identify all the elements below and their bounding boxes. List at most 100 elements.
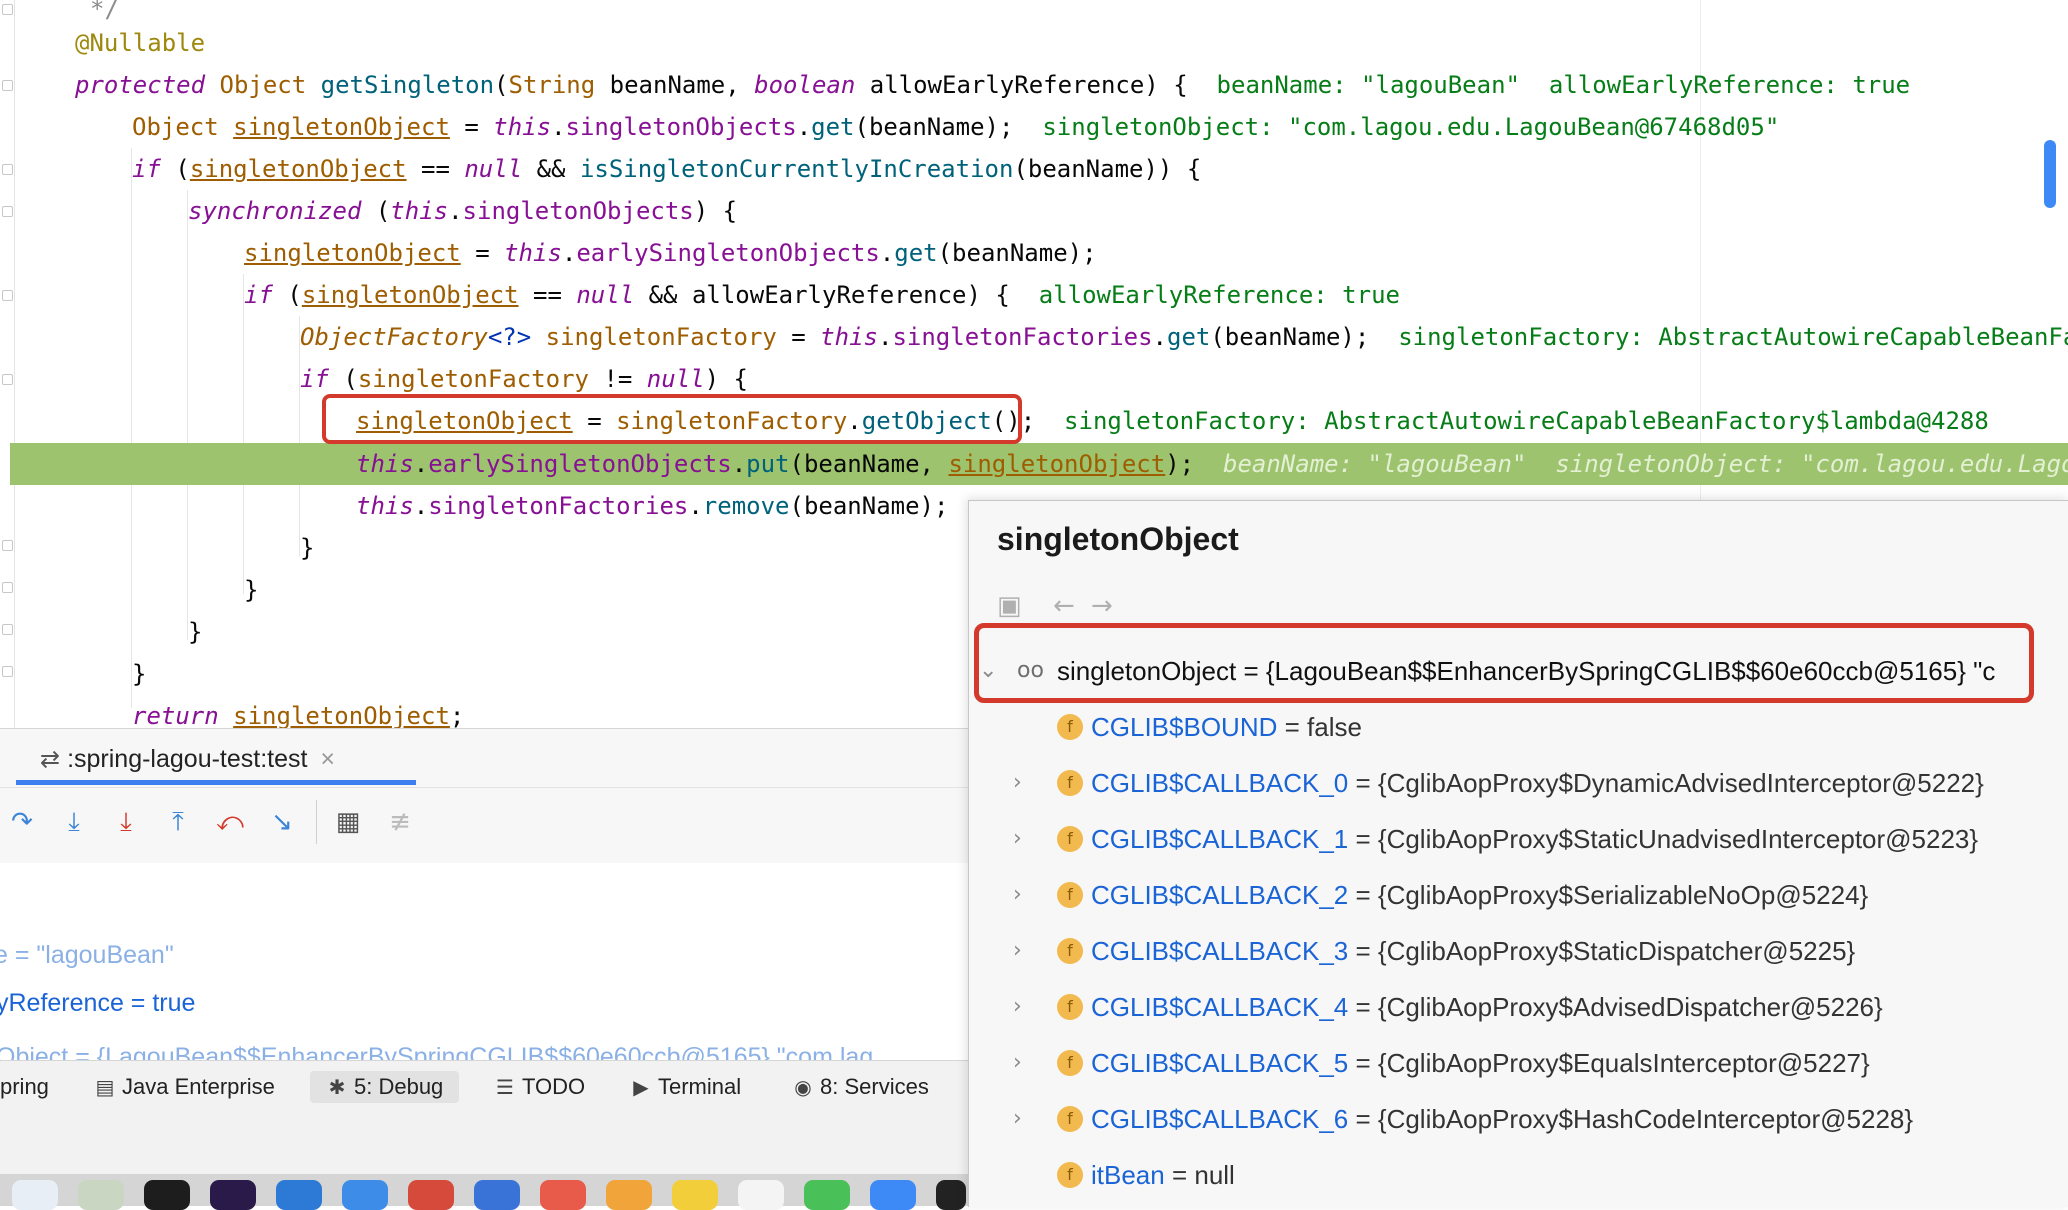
evaluate-icon[interactable]: ▦ <box>332 806 364 838</box>
field-icon: f <box>1057 714 1083 740</box>
tree-field-row[interactable]: › f CGLIB$CALLBACK_0 = {CglibAopProxy$Dy… <box>969 755 2068 811</box>
indent-guide <box>131 148 132 708</box>
indent-guide <box>243 274 244 594</box>
pin-icon[interactable]: ▣ <box>997 591 1022 621</box>
field-icon: f <box>1057 770 1083 796</box>
code-line-signature: protected Object getSingleton(String bea… <box>75 71 1911 99</box>
field-icon: f <box>1057 1050 1083 1076</box>
tab-debug-session[interactable]: ⇄ :spring-lagou-test:test × <box>40 739 335 783</box>
tool-tab-java-enterprise[interactable]: ▤ Java Enterprise <box>94 1071 275 1103</box>
variable-row[interactable]: e = "lagouBean" <box>0 941 174 970</box>
editor-gutter <box>0 0 15 728</box>
field-icon: f <box>1057 994 1083 1020</box>
drop-frame-icon[interactable]: ⤺ <box>214 806 246 838</box>
fold-icon[interactable] <box>2 290 13 301</box>
tool-tab-terminal[interactable]: ▶ Terminal <box>630 1071 741 1103</box>
editor-scrollbar[interactable] <box>2044 140 2056 208</box>
fold-icon[interactable] <box>2 666 13 677</box>
inline-debug-hint: singletonFactory: AbstractAutowireCapabl… <box>1064 407 1989 435</box>
field-icon: f <box>1057 1162 1083 1188</box>
inline-debug-hint: singletonFactory: AbstractAutowireCapabl… <box>1398 323 2068 351</box>
chevron-right-icon[interactable]: › <box>1013 811 1022 867</box>
step-out-icon[interactable]: ⤒ <box>162 806 194 838</box>
fold-icon[interactable] <box>2 164 13 175</box>
services-icon: ◉ <box>794 1075 812 1099</box>
terminal-icon: ▶ <box>633 1075 649 1099</box>
inline-debug-hint: allowEarlyReference: true <box>1038 281 1400 309</box>
chevron-right-icon[interactable]: › <box>1013 1091 1022 1147</box>
debug-toolbar: ↷ ⤓ ⤓ ⤒ ⤺ ↘ ▦ ≢ <box>0 787 970 864</box>
inline-debug-hint: beanName: "lagouBean" singletonObject: "… <box>1223 450 2068 478</box>
forward-icon[interactable]: → <box>1091 591 1113 621</box>
fold-icon[interactable] <box>2 80 13 91</box>
chevron-right-icon[interactable]: › <box>1013 1035 1022 1091</box>
inline-debug-hint: singletonObject: "com.lagou.edu.LagouBea… <box>1042 113 1780 141</box>
code-line: } <box>132 660 147 688</box>
close-icon[interactable]: × <box>320 745 335 773</box>
tool-tab-todo[interactable]: ☰ TODO <box>494 1071 585 1103</box>
chevron-right-icon[interactable]: › <box>1013 923 1022 979</box>
code-line: singletonObject = this.earlySingletonObj… <box>244 239 1097 267</box>
popup-title: singletonObject <box>997 521 1239 557</box>
trace-icon[interactable]: ≢ <box>384 806 416 838</box>
code-line-execution: this.earlySingletonObjects.put(beanName,… <box>356 443 2068 485</box>
indent-guide <box>187 190 188 640</box>
code-line: synchronized (this.singletonObjects) { <box>188 197 738 225</box>
tool-window-bar: pring ▤ Java Enterprise ✱ 5: Debug ☰ TODO ▶… <box>0 1060 970 1113</box>
chevron-right-icon[interactable]: › <box>1013 979 1022 1035</box>
variables-panel: e = "lagouBean" yReference = true Object… <box>0 863 970 1063</box>
tree-field-row[interactable]: › f CGLIB$CALLBACK_3 = {CglibAopProxy$St… <box>969 923 2068 979</box>
code-line: } <box>244 576 259 604</box>
code-line: this.singletonFactories.remove(beanName)… <box>356 492 949 520</box>
highlight-box-root <box>974 623 2034 703</box>
active-tab-indicator <box>16 780 416 785</box>
run-config-icon: ⇄ <box>40 745 61 773</box>
fold-icon[interactable] <box>2 206 13 217</box>
fold-icon[interactable] <box>2 4 13 15</box>
variable-row[interactable]: yReference = true <box>0 989 195 1018</box>
chevron-right-icon[interactable]: › <box>1013 867 1022 923</box>
field-icon: f <box>1057 882 1083 908</box>
annotation-token: @Nullable <box>75 29 206 57</box>
code-line: @Nullable <box>75 22 205 64</box>
code-line: Object singletonObject = this.singletonO… <box>132 113 1780 141</box>
ide-bottom-area <box>0 1112 970 1174</box>
fold-icon[interactable] <box>2 624 13 635</box>
code-line: } <box>300 534 315 562</box>
code-line: return singletonObject; <box>132 702 465 728</box>
debug-tool-header: ⇄ :spring-lagou-test:test × <box>0 728 970 787</box>
tree-field-row[interactable]: f itBean = null <box>969 1147 2068 1203</box>
tab-label: :spring-lagou-test:test <box>67 745 308 773</box>
highlight-box-getobject <box>322 394 1022 444</box>
variable-inspect-popup: singletonObject ▣ ← → ⌄ oo singletonObje… <box>968 500 2068 1207</box>
chevron-right-icon[interactable]: › <box>1013 755 1022 811</box>
tool-tab-services[interactable]: ◉ 8: Services <box>792 1071 929 1103</box>
list-icon: ☰ <box>496 1075 514 1099</box>
code-line: } <box>188 618 203 646</box>
tree-field-row[interactable]: f CGLIB$BOUND = false <box>969 699 2068 755</box>
tool-tab-spring[interactable]: pring <box>0 1071 49 1103</box>
tree-field-row[interactable]: › f CGLIB$CALLBACK_1 = {CglibAopProxy$St… <box>969 811 2068 867</box>
macos-dock <box>0 1174 970 1210</box>
run-to-cursor-icon[interactable]: ↘ <box>266 806 298 838</box>
fold-icon[interactable] <box>2 582 13 593</box>
back-icon[interactable]: ← <box>1053 591 1075 621</box>
code-line: ObjectFactory<?> singletonFactory = this… <box>300 316 2068 358</box>
step-into-icon[interactable]: ⤓ <box>58 806 90 838</box>
java-enterprise-icon: ▤ <box>95 1075 115 1099</box>
field-icon: f <box>1057 938 1083 964</box>
fold-icon[interactable] <box>2 540 13 551</box>
tree-field-row[interactable]: › f CGLIB$CALLBACK_4 = {CglibAopProxy$Ad… <box>969 979 2068 1035</box>
tree-field-row[interactable]: › f CGLIB$CALLBACK_6 = {CglibAopProxy$Ha… <box>969 1091 2068 1147</box>
inline-debug-hint: beanName: "lagouBean" allowEarlyReferenc… <box>1216 71 1911 99</box>
field-icon: f <box>1057 1106 1083 1132</box>
code-line: if (singletonObject == null && allowEarl… <box>244 281 1400 309</box>
tree-field-row[interactable]: › f CGLIB$CALLBACK_2 = {CglibAopProxy$Se… <box>969 867 2068 923</box>
tree-field-row[interactable]: › f CGLIB$CALLBACK_5 = {CglibAopProxy$Eq… <box>969 1035 2068 1091</box>
step-over-icon[interactable]: ↷ <box>6 806 38 838</box>
field-icon: f <box>1057 826 1083 852</box>
bug-icon: ✱ <box>328 1075 346 1099</box>
tool-tab-debug[interactable]: ✱ 5: Debug <box>310 1071 460 1103</box>
fold-icon[interactable] <box>2 374 13 385</box>
force-step-into-icon[interactable]: ⤓ <box>110 806 142 838</box>
